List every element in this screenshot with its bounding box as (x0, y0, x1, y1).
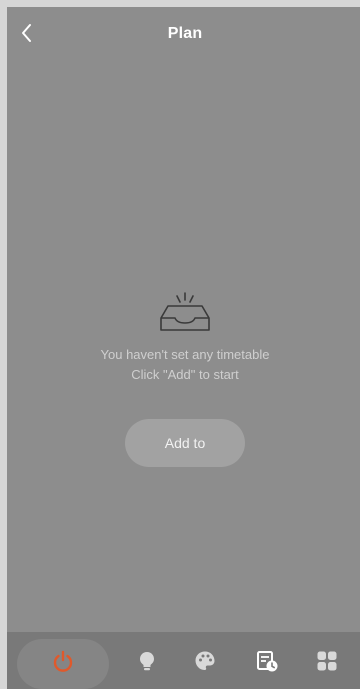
empty-state-hint: Click "Add" to start (131, 367, 239, 382)
lightbulb-icon (140, 651, 154, 670)
grid-icon (317, 651, 337, 670)
inbox-tray-icon (158, 290, 212, 336)
palette-icon (195, 651, 215, 670)
plan-screen: Plan You haven't set any timetable Click… (7, 7, 360, 689)
device-frame: Plan You haven't set any timetable Click… (0, 0, 360, 689)
tab-more[interactable] (307, 632, 347, 689)
tab-color[interactable] (185, 632, 225, 689)
bottom-tab-bar (7, 632, 360, 689)
tab-light[interactable] (127, 632, 167, 689)
empty-state-message: You haven't set any timetable (100, 347, 270, 362)
tab-schedule[interactable] (247, 632, 287, 689)
add-button[interactable]: Add to (125, 419, 245, 467)
header: Plan (7, 7, 360, 63)
tab-power[interactable] (43, 632, 83, 689)
power-icon (53, 650, 73, 672)
schedule-icon (257, 650, 278, 671)
page-title: Plan (167, 25, 203, 42)
